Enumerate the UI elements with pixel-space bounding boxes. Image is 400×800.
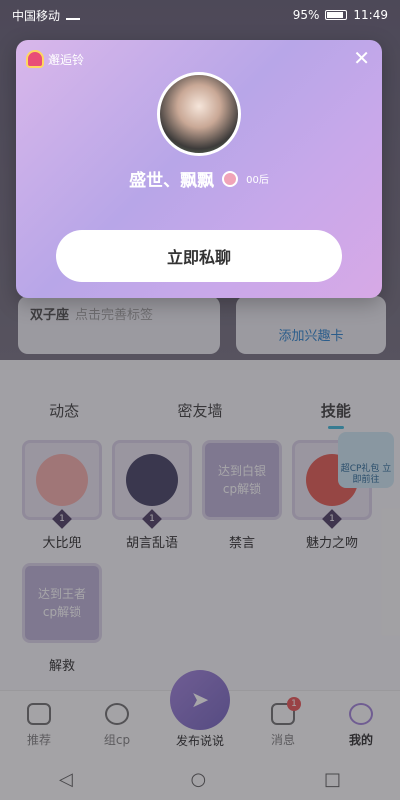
battery-icon	[325, 10, 348, 20]
age-tag: 00后	[246, 175, 269, 186]
encounter-modal: 邂逅铃 ✕ 盛世、飘飘 00后 立即私聊	[16, 40, 382, 298]
clock: 11:49	[353, 8, 388, 22]
username: 盛世、飘飘	[129, 171, 215, 191]
bell-icon	[26, 50, 44, 68]
private-chat-button[interactable]: 立即私聊	[56, 230, 342, 282]
close-icon[interactable]: ✕	[353, 48, 370, 68]
carrier-label: 中国移动	[12, 8, 61, 23]
modal-title: 邂逅铃	[48, 52, 85, 67]
status-bar: 中国移动 95% 11:49	[0, 0, 400, 30]
modal-header: 邂逅铃	[26, 50, 84, 68]
signal-icon	[66, 10, 81, 20]
battery-percent: 95%	[292, 8, 320, 22]
user-info-row: 盛世、飘飘 00后	[16, 166, 382, 191]
avatar[interactable]	[157, 72, 241, 156]
female-gender-icon	[222, 170, 239, 187]
